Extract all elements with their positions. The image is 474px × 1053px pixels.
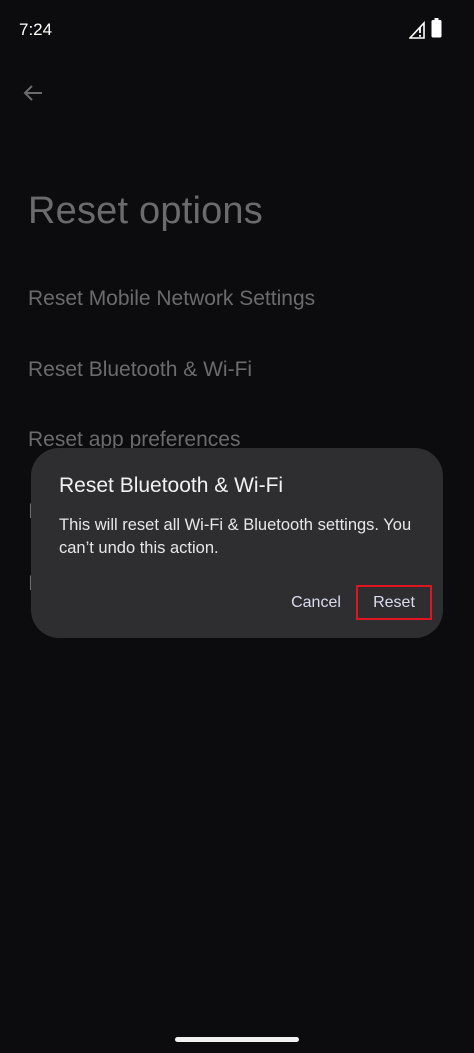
status-bar: 7:24 (0, 0, 474, 60)
page-title: Reset options (28, 190, 263, 232)
arrow-back-icon (23, 85, 42, 101)
dialog-message: This will reset all Wi-Fi & Bluetooth se… (59, 516, 412, 557)
reset-dialog: Reset Bluetooth & Wi-Fi This will reset … (31, 448, 443, 638)
dialog-title: Reset Bluetooth & Wi-Fi (59, 474, 284, 497)
status-clock: 7:24 (19, 20, 53, 39)
home-indicator[interactable] (175, 1037, 299, 1042)
signal-icon (408, 20, 425, 39)
option-reset-bluetooth-wifi[interactable]: Reset Bluetooth & Wi-Fi (28, 358, 252, 382)
battery-icon (431, 18, 442, 38)
cancel-button[interactable]: Cancel (281, 588, 351, 618)
back-button[interactable] (14, 74, 52, 112)
option-reset-mobile-network[interactable]: Reset Mobile Network Settings (28, 287, 315, 311)
reset-button[interactable]: Reset (356, 585, 432, 620)
